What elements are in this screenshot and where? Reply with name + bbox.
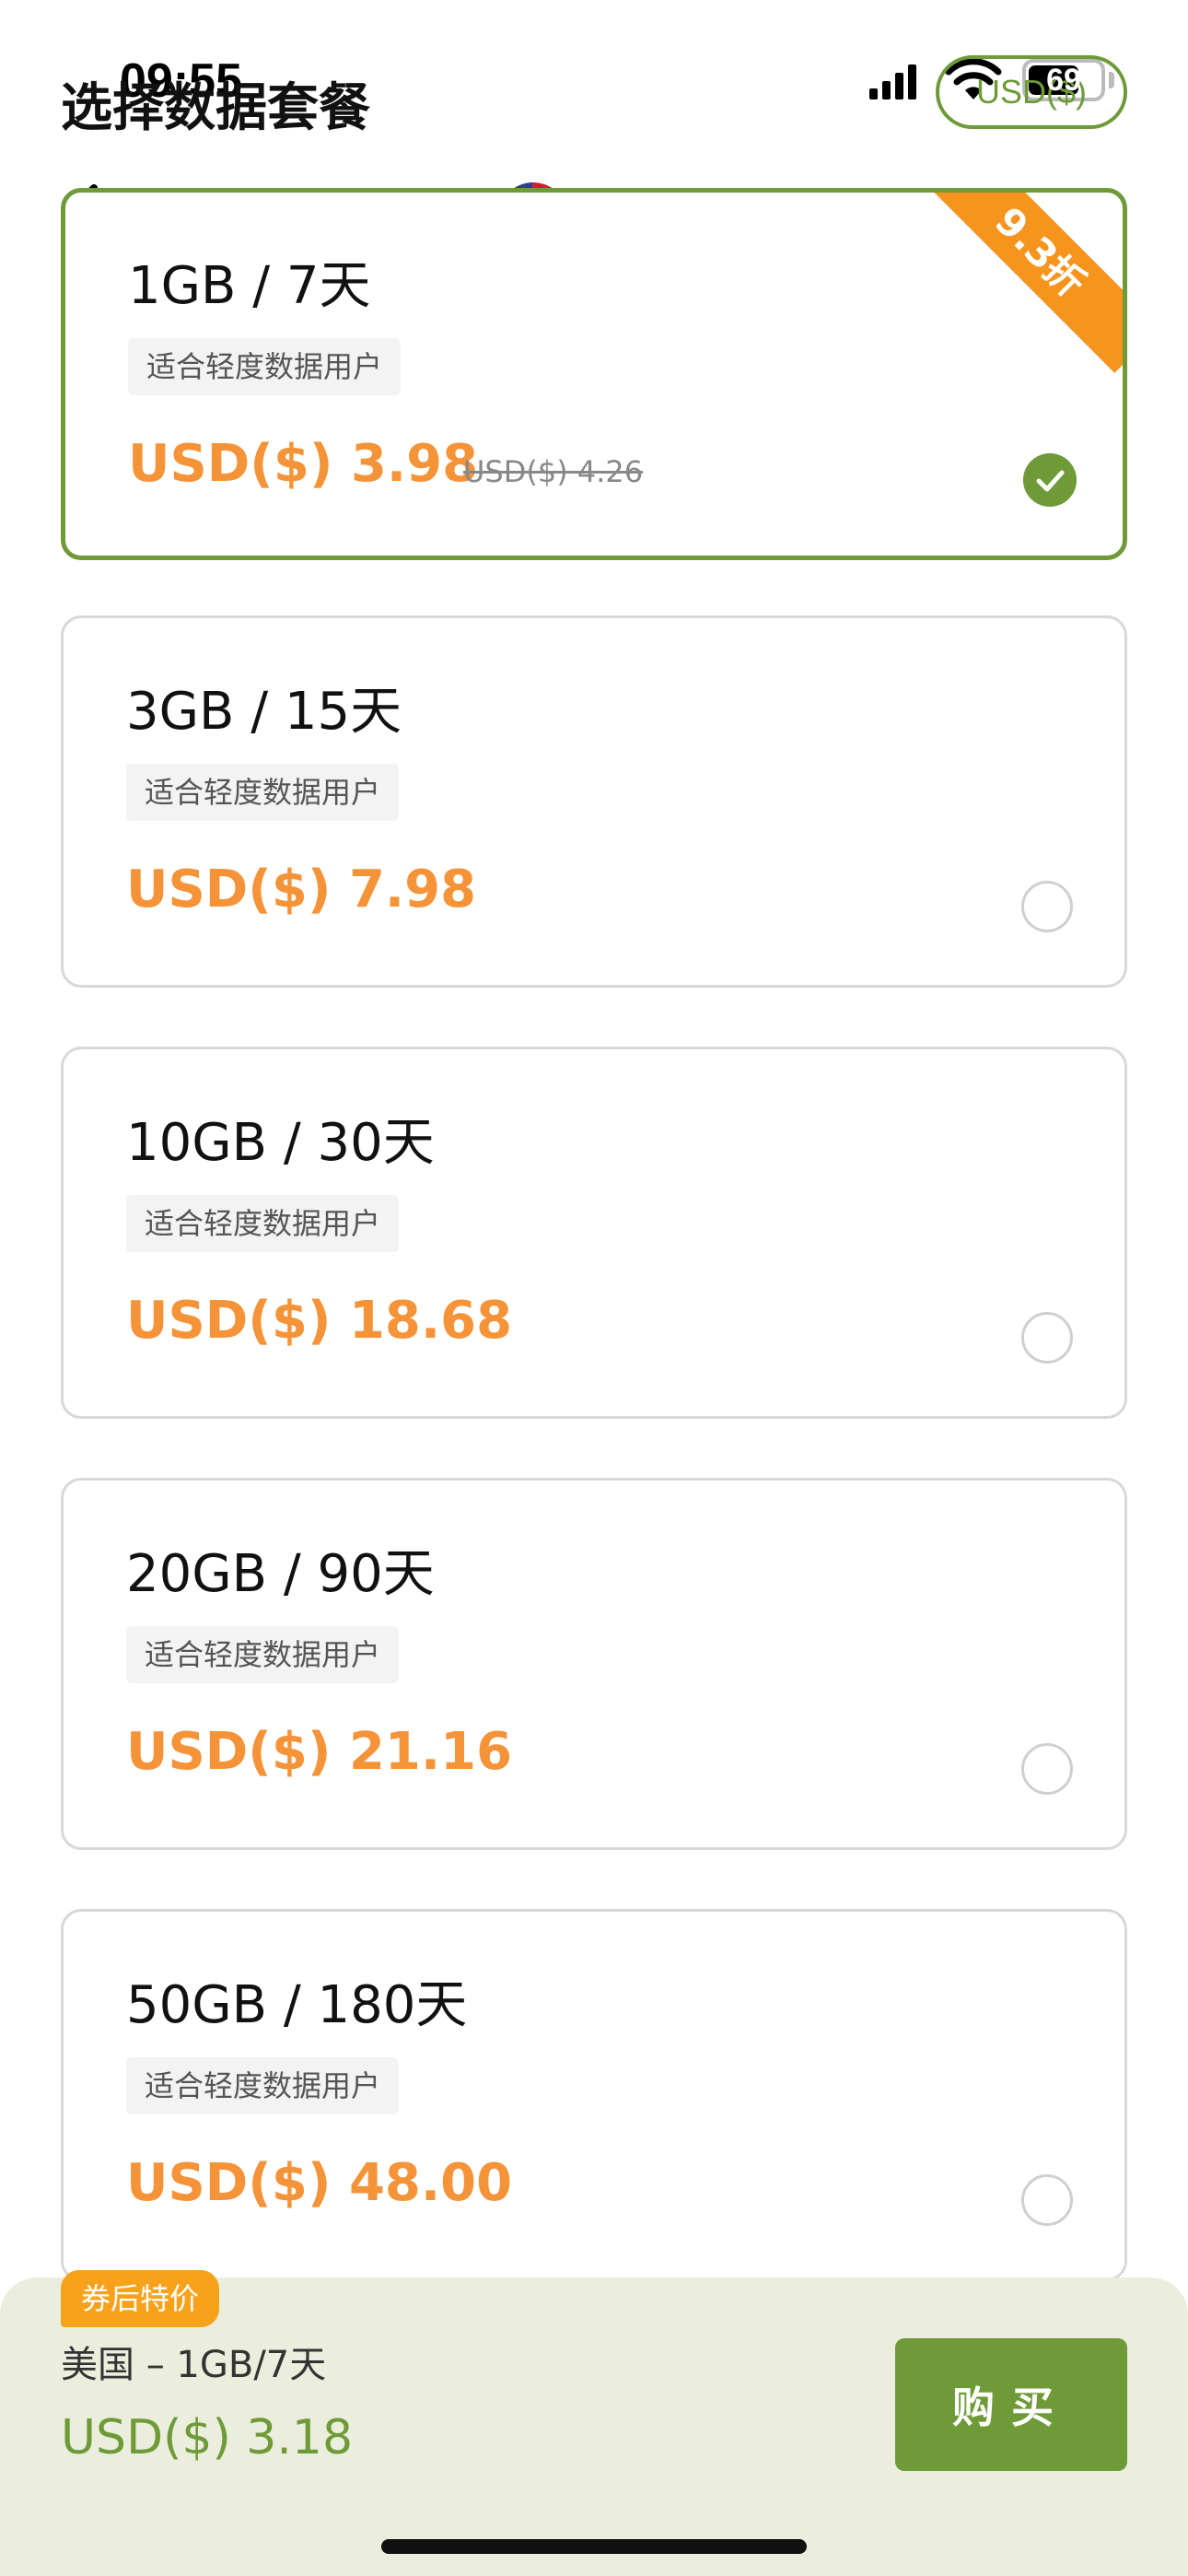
plan-price: USD($) 7.98 bbox=[126, 860, 477, 919]
plan-title: 10GB / 30天 bbox=[126, 1113, 435, 1173]
plan-old-price: USD($) 4.26 bbox=[463, 454, 644, 489]
plan-title: 50GB / 180天 bbox=[126, 1975, 468, 2035]
plan-tag: 适合轻度数据用户 bbox=[126, 1626, 400, 1683]
plan-radio[interactable] bbox=[1021, 1312, 1073, 1364]
plan-title: 3GB / 15天 bbox=[126, 682, 402, 742]
plan-card-50gb[interactable]: 50GB / 180天 适合轻度数据用户 USD($) 48.00 bbox=[61, 1909, 1127, 2281]
final-price: USD($) 3.18 bbox=[61, 2410, 354, 2465]
plan-price: USD($) 48.00 bbox=[126, 2153, 513, 2213]
plan-card-20gb[interactable]: 20GB / 90天 适合轻度数据用户 USD($) 21.16 bbox=[61, 1478, 1127, 1850]
checkmark-icon[interactable] bbox=[1023, 453, 1077, 507]
buy-button[interactable]: 购买 bbox=[895, 2338, 1127, 2471]
signal-icon bbox=[869, 64, 916, 100]
plan-title: 20GB / 90天 bbox=[126, 1544, 435, 1604]
currency-selector[interactable]: USD($) bbox=[936, 55, 1127, 129]
plan-tag: 适合轻度数据用户 bbox=[128, 338, 402, 395]
coupon-badge: 券后特价 bbox=[61, 2270, 220, 2327]
plan-tag: 适合轻度数据用户 bbox=[126, 2057, 400, 2114]
plan-radio[interactable] bbox=[1021, 1743, 1073, 1795]
battery-level: 69 bbox=[1046, 62, 1081, 98]
plan-card-10gb[interactable]: 10GB / 30天 适合轻度数据用户 USD($) 18.68 bbox=[61, 1047, 1127, 1419]
plan-radio[interactable] bbox=[1021, 2174, 1073, 2226]
plan-radio[interactable] bbox=[1021, 881, 1073, 932]
plan-tag: 适合轻度数据用户 bbox=[126, 1195, 400, 1252]
plan-tag: 适合轻度数据用户 bbox=[126, 764, 400, 821]
plan-card-3gb[interactable]: 3GB / 15天 适合轻度数据用户 USD($) 7.98 bbox=[61, 615, 1127, 988]
page-title: 选择数据套餐 bbox=[61, 78, 370, 138]
plan-price: USD($) 21.16 bbox=[126, 1722, 513, 1782]
home-indicator[interactable] bbox=[381, 2539, 807, 2554]
discount-ribbon: 9.3折 bbox=[919, 193, 1123, 373]
plan-price: USD($) 18.68 bbox=[126, 1291, 513, 1351]
plan-price: USD($) 3.98 bbox=[128, 434, 479, 494]
order-summary: 美国 – 1GB/7天 bbox=[61, 2344, 327, 2386]
plan-title: 1GB / 7天 bbox=[128, 256, 371, 316]
plan-card-1gb[interactable]: 1GB / 7天 适合轻度数据用户 USD($) 3.98 USD($) 4.2… bbox=[61, 188, 1127, 560]
